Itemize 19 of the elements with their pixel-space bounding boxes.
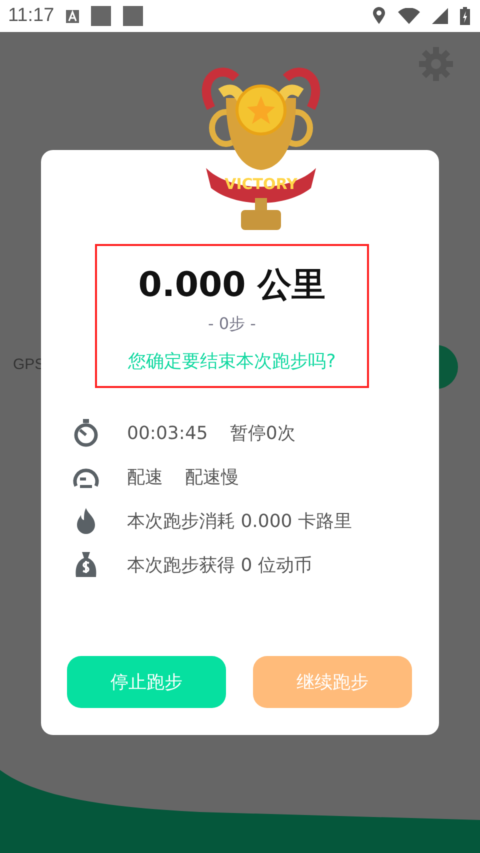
stat-text: 00:03:45: [127, 422, 208, 444]
continue-run-button[interactable]: 继续跑步: [253, 656, 412, 708]
stop-run-button[interactable]: 停止跑步: [67, 656, 226, 708]
clock-time: 11:17: [8, 5, 54, 27]
stat-text: 配速慢: [185, 466, 239, 489]
keyboard-icon: [66, 10, 80, 22]
stat-text: 配速: [127, 466, 163, 489]
signal-icon: [432, 8, 448, 24]
step-count: - 0步 -: [208, 314, 256, 335]
battery-icon: [460, 7, 470, 25]
confirm-question: 您确定要结束本次跑步吗?: [128, 350, 336, 373]
distance-value: 0.000 公里: [138, 264, 326, 307]
wifi-icon: [398, 8, 420, 24]
stat-text: 本次跑步消耗 0.000 卡路里: [127, 510, 352, 533]
location-icon: [372, 7, 386, 25]
notification-icon: [123, 6, 144, 26]
notification-icon: [91, 6, 112, 26]
stat-text: 暂停0次: [230, 422, 296, 445]
stat-text: 本次跑步获得 0 位动币: [127, 554, 312, 577]
